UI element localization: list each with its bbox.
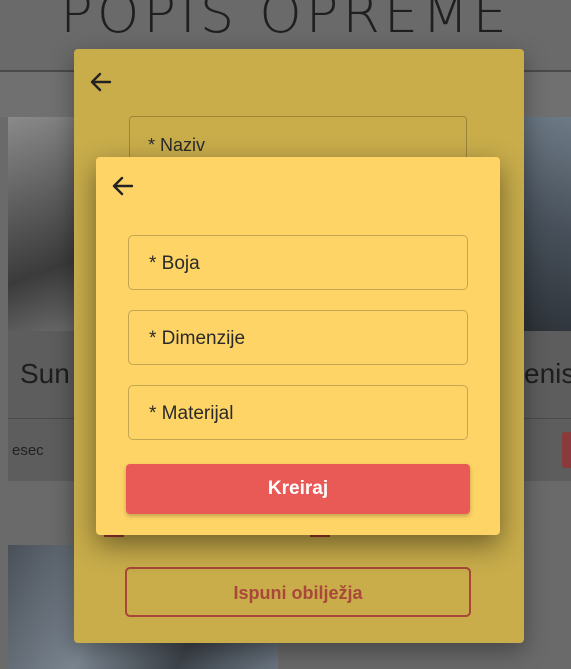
card-action-right bbox=[562, 432, 571, 468]
page-title: POPIS OPREME bbox=[60, 0, 511, 45]
card-title-right: enis bbox=[524, 358, 571, 389]
attributes-modal: * Boja * Dimenzije * Materijal Kreiraj bbox=[96, 157, 500, 535]
dimensions-field[interactable]: * Dimenzije bbox=[128, 310, 468, 365]
color-field[interactable]: * Boja bbox=[128, 235, 468, 290]
arrow-left-icon-svg bbox=[90, 72, 112, 92]
card-meta-left: esec bbox=[12, 442, 44, 459]
color-field-label: * Boja bbox=[149, 253, 200, 274]
equipment-photo-left bbox=[8, 117, 78, 331]
material-field[interactable]: * Materijal bbox=[128, 385, 468, 440]
create-button[interactable]: Kreiraj bbox=[126, 464, 470, 514]
fill-attributes-button[interactable]: Ispuni obilježja bbox=[125, 567, 471, 617]
arrow-left-icon[interactable] bbox=[88, 69, 114, 95]
equipment-photo-right bbox=[522, 117, 571, 331]
arrow-left-icon[interactable] bbox=[110, 173, 136, 199]
arrow-left-icon-svg bbox=[112, 176, 134, 196]
card-title-left: Sun bbox=[20, 358, 70, 389]
dimensions-field-label: * Dimenzije bbox=[149, 328, 246, 349]
material-field-label: * Materijal bbox=[149, 403, 234, 424]
name-field-label: * Naziv bbox=[148, 135, 206, 155]
